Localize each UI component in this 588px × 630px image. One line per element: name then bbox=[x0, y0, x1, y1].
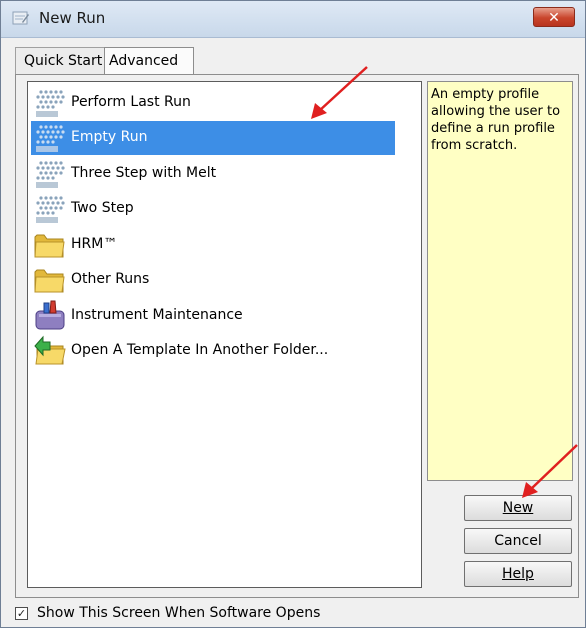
new-button-label: New bbox=[502, 500, 534, 516]
list-item-label: Other Runs bbox=[71, 271, 150, 287]
title-bar[interactable]: New Run ✕ bbox=[1, 1, 585, 38]
maintenance-icon bbox=[35, 300, 65, 330]
list-item-instrument-maintenance[interactable]: Instrument Maintenance bbox=[31, 299, 395, 333]
qiagen-dots-icon bbox=[36, 161, 65, 188]
list-item-hrm[interactable]: HRM™ bbox=[31, 228, 395, 262]
advanced-panel: Perform Last Run Empty Run Three Step wi… bbox=[15, 74, 579, 598]
list-item-three-step-with-melt[interactable]: Three Step with Melt bbox=[31, 157, 395, 191]
window-title: New Run bbox=[39, 9, 106, 27]
list-item-label: HRM™ bbox=[71, 236, 118, 252]
list-item-perform-last-run[interactable]: Perform Last Run bbox=[31, 86, 395, 120]
qiagen-dots-icon bbox=[36, 90, 65, 117]
description-text: An empty profile allowing the user to de… bbox=[431, 87, 561, 153]
list-item-label: Open A Template In Another Folder... bbox=[71, 342, 329, 358]
tab-quick-start-label: Quick Start bbox=[24, 53, 103, 69]
qiagen-dots-icon bbox=[36, 196, 65, 223]
list-item-other-runs[interactable]: Other Runs bbox=[31, 263, 395, 297]
help-button-label: Help bbox=[502, 566, 534, 582]
tab-advanced-label: Advanced bbox=[109, 53, 179, 69]
tab-quick-start[interactable]: Quick Start bbox=[15, 47, 105, 74]
new-button[interactable]: New bbox=[464, 495, 572, 521]
cancel-button[interactable]: Cancel bbox=[464, 528, 572, 554]
folder-icon bbox=[34, 234, 65, 258]
run-profile-list[interactable]: Perform Last Run Empty Run Three Step wi… bbox=[27, 81, 422, 588]
list-item-label: Instrument Maintenance bbox=[71, 307, 243, 323]
description-panel: An empty profile allowing the user to de… bbox=[427, 81, 573, 481]
new-run-dialog: New Run ✕ Quick Start Advanced Perform L… bbox=[0, 0, 586, 628]
list-item-two-step[interactable]: Two Step bbox=[31, 192, 395, 226]
qiagen-dots-icon bbox=[36, 125, 65, 152]
list-item-label: Three Step with Melt bbox=[71, 165, 217, 181]
close-icon: ✕ bbox=[548, 10, 560, 26]
folder-icon bbox=[34, 269, 65, 293]
run-icon bbox=[12, 11, 29, 25]
list-item-label: Perform Last Run bbox=[71, 94, 191, 110]
open-folder-icon bbox=[34, 335, 66, 365]
help-button[interactable]: Help bbox=[464, 561, 572, 587]
list-item-empty-run[interactable]: Empty Run bbox=[31, 121, 395, 155]
list-item-label: Empty Run bbox=[71, 129, 148, 145]
list-item-label: Two Step bbox=[71, 200, 134, 216]
tab-advanced[interactable]: Advanced bbox=[104, 47, 194, 76]
list-item-open-template[interactable]: Open A Template In Another Folder... bbox=[31, 334, 395, 368]
show-screen-checkbox[interactable]: ✓ bbox=[15, 607, 28, 620]
close-button[interactable]: ✕ bbox=[533, 7, 575, 27]
cancel-button-label: Cancel bbox=[494, 533, 542, 549]
show-screen-checkbox-label[interactable]: Show This Screen When Software Opens bbox=[37, 605, 320, 621]
